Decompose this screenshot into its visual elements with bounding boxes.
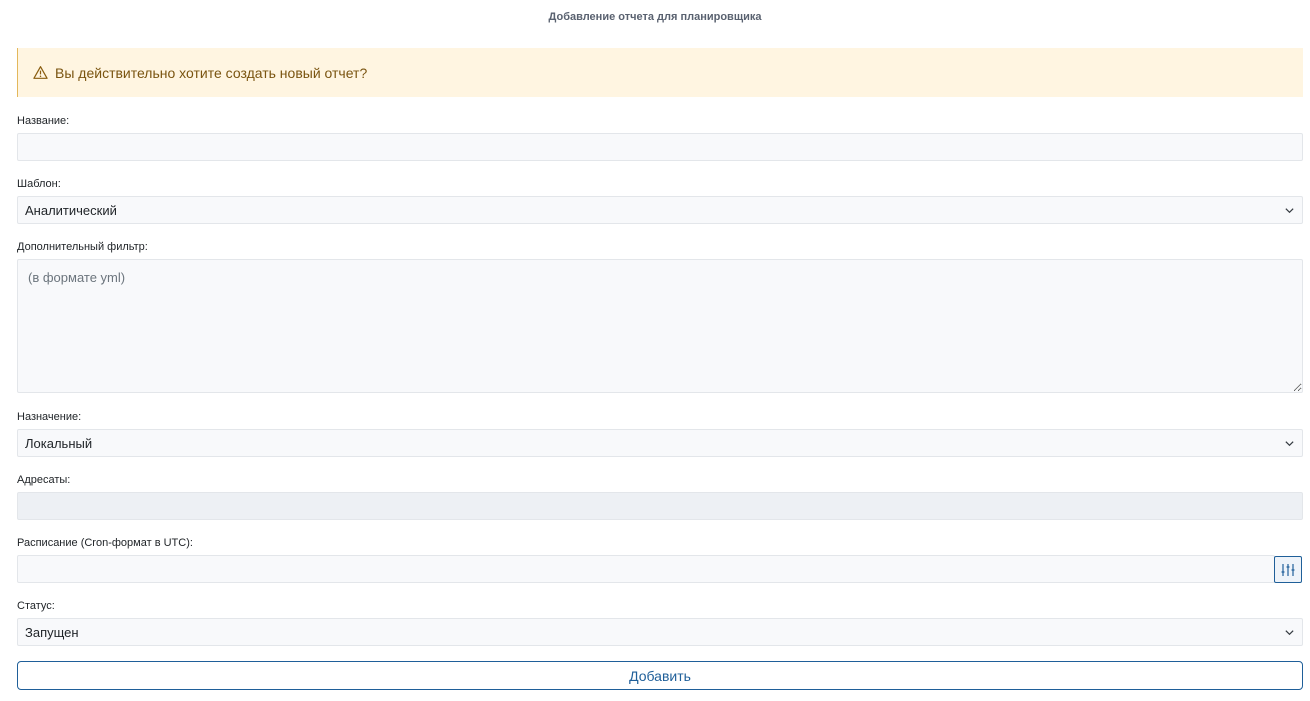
add-button[interactable]: Добавить <box>17 661 1303 690</box>
recipients-input <box>17 492 1303 520</box>
destination-label: Назначение: <box>17 411 82 423</box>
recipients-label: Адресаты: <box>17 474 71 486</box>
template-select-value: Аналитический <box>25 202 117 218</box>
name-label: Название: <box>17 115 70 127</box>
destination-select[interactable]: Локальный <box>17 429 1303 457</box>
chevron-down-icon <box>1285 208 1294 214</box>
cron-builder-button[interactable] <box>1274 556 1302 583</box>
schedule-label: Расписание (Cron-формат в UTC): <box>17 537 193 549</box>
chevron-down-icon <box>1285 441 1294 447</box>
page-title: Добавление отчета для планировщика <box>548 11 762 23</box>
alert-text: Вы действительно хотите создать новый от… <box>55 64 368 81</box>
chevron-down-icon <box>1285 630 1294 636</box>
template-select[interactable]: Аналитический <box>17 196 1303 224</box>
confirm-alert: Вы действительно хотите создать новый от… <box>17 48 1303 97</box>
status-select-value: Запущен <box>25 624 79 640</box>
status-select[interactable]: Запущен <box>17 618 1303 646</box>
template-label: Шаблон: <box>17 178 61 190</box>
schedule-input[interactable] <box>17 555 1275 583</box>
filter-textarea[interactable] <box>17 259 1303 393</box>
status-label: Статус: <box>17 600 55 612</box>
warning-triangle-icon <box>33 65 48 80</box>
name-input[interactable] <box>17 133 1303 161</box>
sliders-icon <box>1281 563 1295 576</box>
destination-select-value: Локальный <box>25 435 93 451</box>
filter-label: Дополнительный фильтр: <box>17 241 148 253</box>
